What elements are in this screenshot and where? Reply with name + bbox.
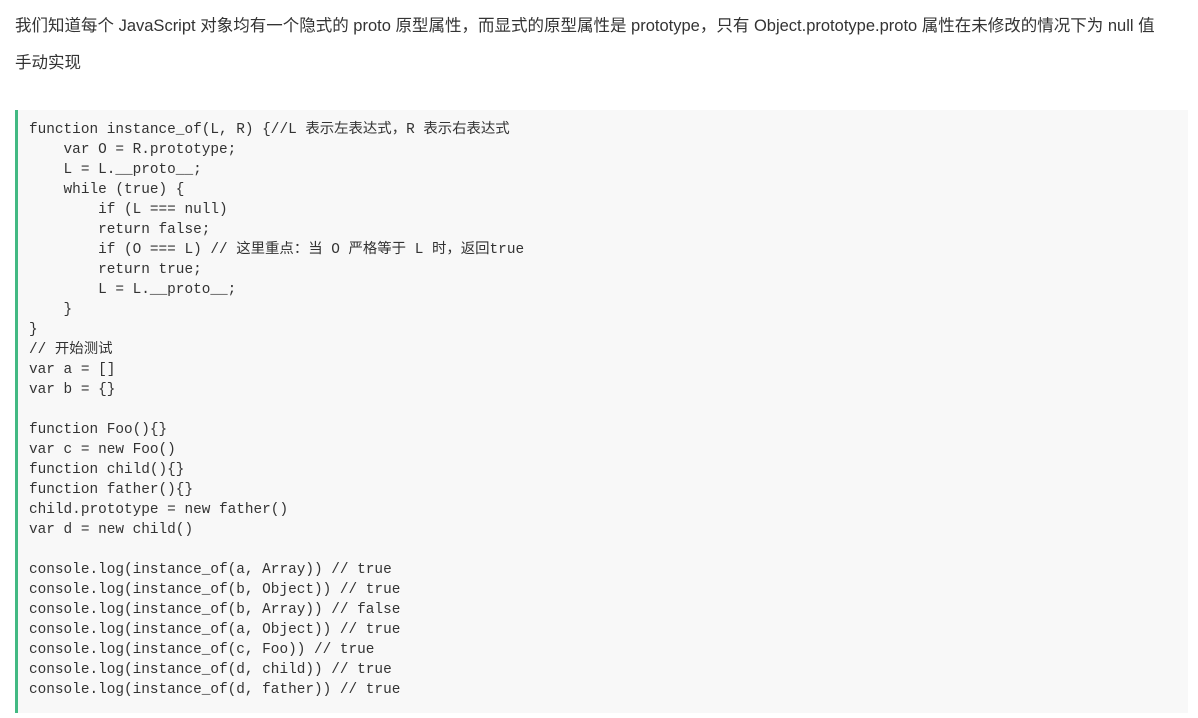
code-line: console.log(instance_of(c, Foo)) // true <box>29 642 375 658</box>
code-line: function father(){} <box>29 482 194 498</box>
code-content: function instance_of(L, R) {//L 表示左表达式，R… <box>29 120 1188 700</box>
code-line: if (O === L) // 这里重点：当 O 严格等于 L 时，返回true <box>29 242 525 258</box>
article: 我们知道每个 JavaScript 对象均有一个隐式的 proto 原型属性，而… <box>0 0 1198 718</box>
intro-paragraph: 我们知道每个 JavaScript 对象均有一个隐式的 proto 原型属性，而… <box>15 17 1155 35</box>
code-line: return false; <box>29 222 211 238</box>
code-line: var b = {} <box>29 382 116 398</box>
code-line: function instance_of(L, R) {//L 表示左表达式，R… <box>29 122 510 138</box>
code-line: L = L.__proto__; <box>29 162 202 178</box>
code-line: var a = [] <box>29 362 116 378</box>
code-line: console.log(instance_of(b, Array)) // fa… <box>29 602 401 618</box>
code-comment-line: // 开始测试 <box>29 342 113 358</box>
code-line: return true; <box>29 262 202 278</box>
code-line: var d = new child() <box>29 522 194 538</box>
code-line: function child(){} <box>29 462 185 478</box>
code-line: console.log(instance_of(b, Object)) // t… <box>29 582 401 598</box>
code-line: } <box>29 322 38 338</box>
code-line: L = L.__proto__; <box>29 282 237 298</box>
code-line: var c = new Foo() <box>29 442 176 458</box>
code-block: function instance_of(L, R) {//L 表示左表达式，R… <box>15 110 1188 713</box>
code-line: child.prototype = new father() <box>29 502 289 518</box>
code-line: console.log(instance_of(a, Object)) // t… <box>29 622 401 638</box>
code-line: } <box>29 302 73 318</box>
code-line: while (true) { <box>29 182 185 198</box>
code-line: console.log(instance_of(d, father)) // t… <box>29 682 401 698</box>
code-line: console.log(instance_of(d, child)) // tr… <box>29 662 392 678</box>
code-line: function Foo(){} <box>29 422 168 438</box>
section-subheading: 手动实现 <box>15 54 81 72</box>
code-line: if (L === null) <box>29 202 228 218</box>
code-line: var O = R.prototype; <box>29 142 237 158</box>
code-line: console.log(instance_of(a, Array)) // tr… <box>29 562 392 578</box>
